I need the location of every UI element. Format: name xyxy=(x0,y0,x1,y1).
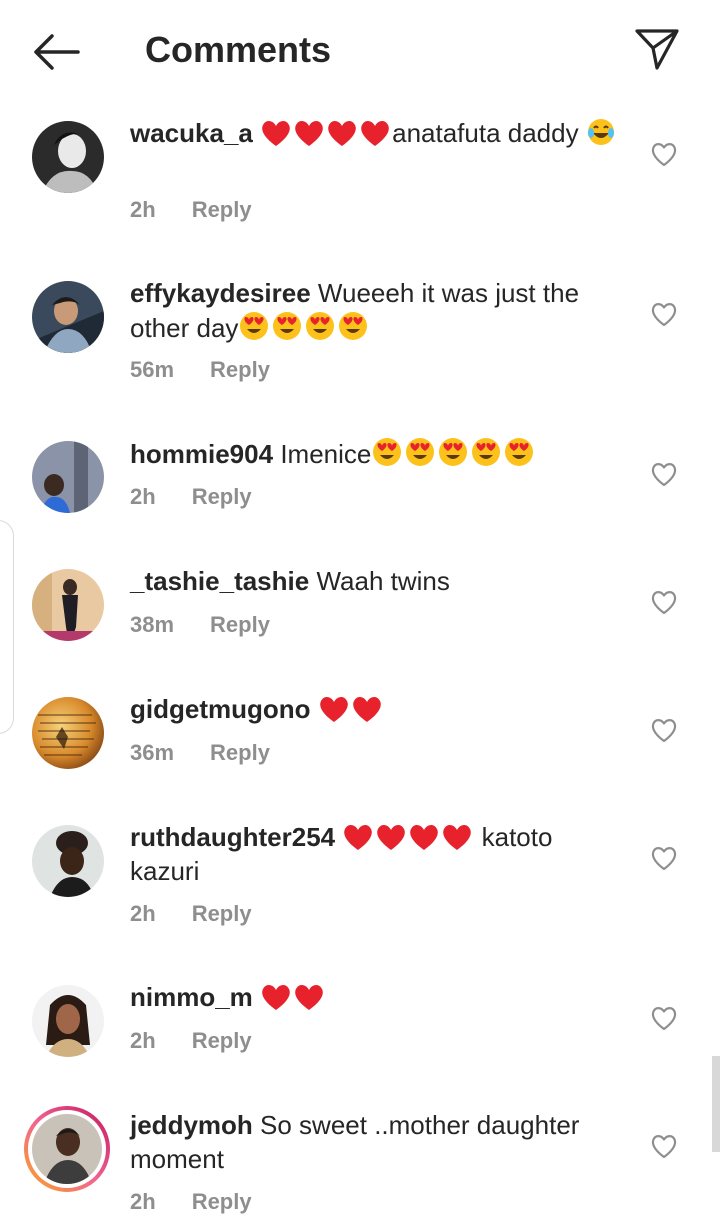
red-heart-icon xyxy=(361,120,389,146)
comment-body: anatafuta daddy xyxy=(392,118,579,148)
comment-text: hommie904 Imenice xyxy=(130,436,620,471)
heart-eyes-icon xyxy=(472,438,501,466)
send-icon[interactable] xyxy=(633,26,681,72)
like-heart-icon[interactable] xyxy=(650,589,678,615)
comment-username[interactable]: hommie904 xyxy=(130,439,273,469)
red-heart-icon xyxy=(262,984,290,1010)
comment-username[interactable]: nimmo_m xyxy=(130,982,253,1012)
comment-text: ruthdaughter254 katoto kazuri xyxy=(130,820,620,888)
comment-meta: 2h Reply xyxy=(130,1187,252,1217)
reply-button[interactable]: Reply xyxy=(210,612,270,637)
reply-button[interactable]: Reply xyxy=(192,1189,252,1214)
top-bar: Comments xyxy=(0,0,720,100)
heart-eyes-icon xyxy=(240,312,269,340)
comment-text: wacuka_a anatafuta daddy xyxy=(130,116,620,150)
comment-meta: 2h Reply xyxy=(130,1026,252,1056)
red-heart-icon xyxy=(319,696,348,722)
like-heart-icon[interactable] xyxy=(650,717,678,743)
comment-meta: 56m Reply xyxy=(130,355,270,385)
emoji-group xyxy=(342,822,474,852)
heart-eyes-icon xyxy=(406,438,435,466)
scrollbar-thumb[interactable] xyxy=(712,1056,720,1152)
like-heart-icon[interactable] xyxy=(650,1133,678,1159)
emoji-group xyxy=(318,694,384,724)
comment-time: 2h xyxy=(130,197,156,222)
heart-eyes-icon xyxy=(439,438,468,466)
comment-username[interactable]: _tashie_tashie xyxy=(130,566,309,596)
page-title: Comments xyxy=(145,29,332,70)
comment-body: Imenice xyxy=(280,439,372,469)
comment-text: gidgetmugono xyxy=(130,692,620,726)
red-heart-icon xyxy=(295,120,323,146)
comment-body: Waah twins xyxy=(316,566,450,596)
red-heart-icon xyxy=(377,824,406,850)
avatar[interactable] xyxy=(32,825,104,897)
comment-time: 36m xyxy=(130,740,175,765)
comment-username[interactable]: wacuka_a xyxy=(130,118,253,148)
comment-time: 56m xyxy=(130,357,175,382)
comment-time: 2h xyxy=(130,1189,156,1214)
comment-username[interactable]: jeddymoh xyxy=(130,1110,253,1140)
avatar xyxy=(32,1114,102,1184)
avatar[interactable] xyxy=(32,985,104,1057)
like-heart-icon[interactable] xyxy=(650,141,678,167)
tears-of-joy-icon xyxy=(587,119,614,145)
like-heart-icon[interactable] xyxy=(650,461,678,487)
reply-button[interactable]: Reply xyxy=(192,197,252,222)
comment-time: 2h xyxy=(130,901,156,926)
like-heart-icon[interactable] xyxy=(650,1005,678,1031)
comment-time: 38m xyxy=(130,612,175,637)
reply-button[interactable]: Reply xyxy=(192,901,252,926)
heart-eyes-icon xyxy=(273,312,302,340)
avatar[interactable] xyxy=(32,569,104,641)
avatar[interactable] xyxy=(32,121,104,193)
like-heart-icon[interactable] xyxy=(650,845,678,871)
avatar[interactable] xyxy=(32,281,104,353)
red-heart-icon xyxy=(410,824,439,850)
reply-button[interactable]: Reply xyxy=(210,357,270,382)
comment-meta: 2h Reply xyxy=(130,482,252,512)
side-edge-panel[interactable] xyxy=(0,520,14,734)
heart-eyes-icon xyxy=(339,312,368,340)
red-heart-icon xyxy=(344,824,373,850)
heart-eyes-icon xyxy=(306,312,335,340)
emoji-group xyxy=(371,438,536,469)
red-heart-icon xyxy=(352,696,381,722)
red-heart-icon xyxy=(262,120,290,146)
emoji-group xyxy=(238,312,370,343)
reply-button[interactable]: Reply xyxy=(210,740,270,765)
avatar[interactable] xyxy=(32,697,104,769)
story-ring-inner xyxy=(28,1110,106,1188)
reply-button[interactable]: Reply xyxy=(192,484,252,509)
red-heart-icon xyxy=(328,120,356,146)
back-arrow-icon[interactable] xyxy=(30,30,82,74)
comment-time: 2h xyxy=(130,1028,156,1053)
avatar[interactable] xyxy=(32,441,104,513)
comment-text: effykaydesiree Wueeeh it was just the ot… xyxy=(130,276,620,345)
like-heart-icon[interactable] xyxy=(650,301,678,327)
red-heart-icon xyxy=(443,824,472,850)
comment-text: jeddymoh So sweet ..mother daughter mome… xyxy=(130,1108,620,1176)
heart-eyes-icon xyxy=(373,438,402,466)
emoji-group xyxy=(260,118,392,148)
comment-text: _tashie_tashie Waah twins xyxy=(130,564,620,598)
avatar-story-ring[interactable] xyxy=(24,1106,110,1192)
comment-meta: 2h Reply xyxy=(130,899,252,929)
reply-button[interactable]: Reply xyxy=(192,1028,252,1053)
heart-eyes-icon xyxy=(505,438,534,466)
comment-time: 2h xyxy=(130,484,156,509)
red-heart-icon xyxy=(295,984,323,1010)
comment-text: nimmo_m xyxy=(130,980,620,1014)
emoji-group xyxy=(260,982,326,1012)
comment-username[interactable]: gidgetmugono xyxy=(130,694,311,724)
comment-meta: 2h Reply xyxy=(130,195,252,225)
comment-meta: 38m Reply xyxy=(130,610,270,640)
comment-username[interactable]: ruthdaughter254 xyxy=(130,822,335,852)
comment-meta: 36m Reply xyxy=(130,738,270,768)
comment-username[interactable]: effykaydesiree xyxy=(130,278,311,308)
